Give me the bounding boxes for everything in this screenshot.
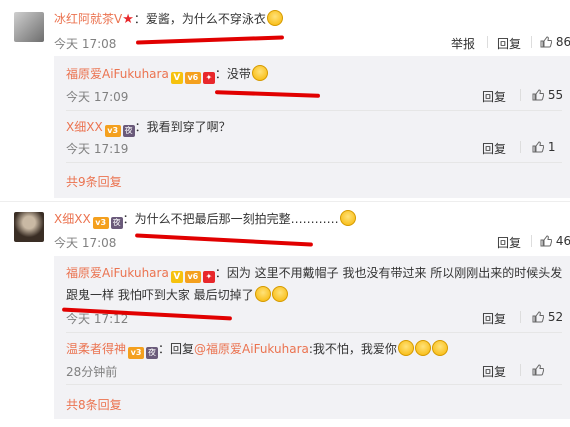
report-button[interactable]: 举报: [451, 35, 475, 52]
username[interactable]: X细XX: [54, 212, 91, 226]
comment-2-header: X细XX v3 夜：为什么不把最后那一刻拍完整…………: [54, 210, 356, 229]
username[interactable]: 冰红阿就茶V: [54, 12, 122, 26]
reply-text: ：我看到穿了啊？: [134, 120, 231, 134]
divider: [520, 89, 521, 101]
member-icon: 夜: [110, 217, 123, 229]
like-count: 1: [547, 140, 556, 154]
reply-button[interactable]: 回复: [482, 363, 506, 380]
like-count: 86: [555, 35, 570, 49]
reply-list: 福原爱AiFukuhara Vv6 ✦ ：因为 这里不用戴帽子 我也没有带过来 所以刚…: [54, 256, 570, 419]
username[interactable]: 福原爱AiFukuhara: [66, 67, 169, 81]
reply-1-header: 福原爱AiFukuhara Vv6 ✦ ：没带: [66, 65, 268, 84]
username[interactable]: X细XX: [66, 120, 103, 134]
reply-time: 今天 17:19: [66, 142, 129, 156]
emoji-icon: [271, 286, 288, 302]
thumb-up-icon: [540, 36, 552, 48]
divider: [0, 201, 570, 202]
like-button[interactable]: 1: [532, 140, 555, 154]
like-button[interactable]: [532, 363, 544, 377]
thumb-up-icon: [532, 141, 544, 153]
reply-button[interactable]: 回复: [497, 35, 521, 52]
vip-icon: v3: [92, 217, 109, 229]
thumb-up-icon: [532, 364, 544, 376]
thumb-up-icon: [532, 311, 544, 323]
reply-button[interactable]: 回复: [482, 140, 506, 157]
divider: [520, 141, 521, 153]
emoji-icon: [254, 286, 271, 302]
reply-text: ：因为 这里不用戴帽子 我也没有带过来 所以刚刚出来的时候头发: [214, 266, 563, 280]
reply-2-header: 温柔者得神 v3 夜：回复@福原爱AiFukuhara:我不怕，我爱你: [66, 340, 448, 359]
reply-text: :我不怕，我爱你: [308, 342, 397, 356]
annotation-underline: [135, 233, 313, 247]
reply-button[interactable]: 回复: [482, 310, 506, 327]
like-button[interactable]: 86: [540, 35, 570, 49]
divider: [66, 162, 562, 163]
divider: [531, 235, 532, 247]
emoji-icon: [397, 340, 414, 356]
thumb-up-icon: [540, 235, 552, 247]
comment-text: ：为什么不把最后那一刻拍完整…………: [122, 212, 339, 226]
emoji-icon: [266, 10, 283, 26]
comment-1-header: 冰红阿就茶V★：爱酱，为什么不穿泳衣: [54, 10, 283, 27]
divider: [487, 36, 488, 48]
reply-text: ：没带: [214, 67, 251, 81]
reply-time: 今天 17:09: [66, 90, 129, 104]
username[interactable]: 温柔者得神: [66, 342, 126, 356]
emoji-icon: [251, 65, 268, 81]
like-count: 46: [555, 234, 570, 248]
member-icon: 夜: [122, 125, 135, 137]
divider: [66, 110, 562, 111]
medal-icon: ✦: [202, 72, 215, 84]
mention-link[interactable]: @福原爱AiFukuhara: [194, 342, 309, 356]
comment-time: 今天 17:08: [54, 236, 117, 250]
divider: [531, 36, 532, 48]
medal-icon: ✦: [202, 271, 215, 283]
reply-time: 28分钟前: [66, 365, 118, 379]
avatar[interactable]: [14, 212, 44, 242]
vip-icon: v3: [104, 125, 121, 137]
reply-1-header: 福原爱AiFukuhara Vv6 ✦ ：因为 这里不用戴帽子 我也没有带过来 所以刚…: [66, 264, 562, 283]
like-button[interactable]: 52: [532, 310, 563, 324]
more-replies-link[interactable]: 共8条回复: [66, 396, 122, 413]
reply-button[interactable]: 回复: [482, 88, 506, 105]
like-button[interactable]: 55: [532, 88, 563, 102]
thumb-up-icon: [532, 89, 544, 101]
emoji-icon: [339, 210, 356, 226]
reply-text: ：回复: [158, 342, 195, 356]
emoji-icon: [414, 340, 431, 356]
annotation-underline: [135, 35, 285, 45]
vip-icon: v6: [184, 271, 201, 283]
divider: [66, 332, 562, 333]
verified-icon: V: [170, 271, 183, 283]
like-count: 55: [547, 88, 564, 102]
reply-list: 福原爱AiFukuhara Vv6 ✦ ：没带 今天 17:09 回复 55 X细XX…: [54, 56, 570, 198]
comment-text: ：爱酱，为什么不穿泳衣: [133, 12, 266, 26]
reply-2-header: X细XX v3 夜：我看到穿了啊？: [66, 118, 231, 137]
divider: [66, 384, 562, 385]
vip-icon: v6: [184, 72, 201, 84]
like-button[interactable]: 46: [540, 234, 570, 248]
more-replies-link[interactable]: 共9条回复: [66, 173, 122, 190]
reply-1-text-line2: 跟鬼一样 我怕吓到大家 最后切掉了: [66, 286, 288, 303]
comment-time: 今天 17:08: [54, 37, 117, 51]
avatar[interactable]: [14, 12, 44, 42]
reply-text: 跟鬼一样 我怕吓到大家 最后切掉了: [66, 288, 254, 302]
reply-button[interactable]: 回复: [497, 234, 521, 251]
member-icon: 夜: [146, 347, 159, 359]
verified-icon: V: [170, 72, 183, 84]
emoji-icon: [431, 340, 448, 356]
divider: [520, 364, 521, 376]
divider: [520, 311, 521, 323]
username[interactable]: 福原爱AiFukuhara: [66, 266, 169, 280]
like-count: 52: [547, 310, 564, 324]
vip-icon: v3: [128, 347, 145, 359]
star-icon: ★: [122, 12, 134, 27]
